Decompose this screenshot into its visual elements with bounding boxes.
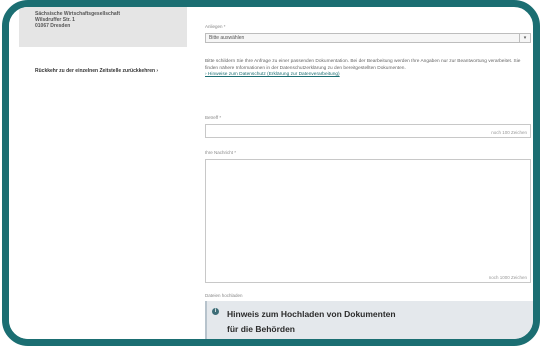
topic-select[interactable]: Bitte auswählen ▾ bbox=[205, 33, 531, 43]
privacy-link[interactable]: › Hinweise zum Datenschutz (Erklärung zu… bbox=[205, 72, 340, 77]
address-line: 01067 Dresden bbox=[35, 23, 71, 29]
chevron-down-icon: ▾ bbox=[519, 34, 530, 42]
subject-input[interactable]: noch 100 Zeichen bbox=[205, 124, 531, 138]
info-text: Bitte schildern Sie Ihre Anfrage zu eine… bbox=[205, 59, 521, 71]
notice-subtitle: für die Behörden bbox=[227, 324, 296, 334]
message-label: Ihre Nachricht * bbox=[205, 150, 237, 155]
device-frame: Sächsische Wirtschaftsgesellschaft Wilsd… bbox=[2, 0, 540, 346]
subject-label: Betreff * bbox=[205, 115, 222, 120]
notice-title: Hinweis zum Hochladen von Dokumenten bbox=[227, 309, 396, 319]
upload-notice: i Hinweis zum Hochladen von Dokumenten f… bbox=[205, 301, 533, 339]
sidebar: Sächsische Wirtschaftsgesellschaft Wilsd… bbox=[9, 7, 187, 339]
subject-counter: noch 100 Zeichen bbox=[491, 130, 527, 135]
address-block: Sächsische Wirtschaftsgesellschaft Wilsd… bbox=[19, 7, 187, 47]
sidebar-back-link[interactable]: Rückkehr zu der einzelnen Zeitstelle zur… bbox=[35, 68, 158, 74]
topic-select-value: Bitte auswählen bbox=[209, 35, 245, 41]
contact-form: Anliegen * Bitte auswählen ▾ Bitte schil… bbox=[205, 7, 533, 339]
attachment-label: Dateien hochladen bbox=[205, 293, 243, 298]
message-counter: noch 1000 Zeichen bbox=[488, 275, 527, 280]
info-text-block: Bitte schildern Sie Ihre Anfrage zu eine… bbox=[205, 59, 531, 79]
topic-label: Anliegen * bbox=[205, 24, 226, 29]
info-icon: i bbox=[212, 308, 219, 315]
message-textarea[interactable]: noch 1000 Zeichen bbox=[205, 159, 531, 283]
